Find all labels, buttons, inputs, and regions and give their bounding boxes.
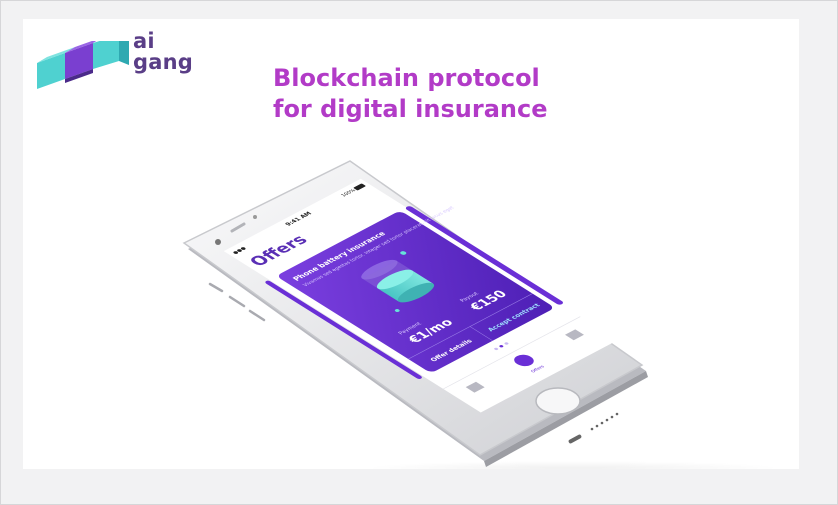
promo-banner: ai gang Blockchain protocol for digital …	[23, 19, 799, 469]
headline-line1: Blockchain protocol	[273, 64, 540, 92]
logo-cubes-icon	[37, 41, 129, 89]
speaker-grill-icon	[568, 412, 619, 444]
phone-mockup: ●●● 9:41 AM 100% Offers Phone battery in…	[182, 160, 648, 467]
logo-wordmark-line1: ai	[133, 29, 155, 53]
logo-wordmark: ai gang	[133, 31, 193, 73]
headline-line2: for digital insurance	[273, 95, 548, 123]
home-button[interactable]	[535, 387, 581, 415]
aigang-logo[interactable]: ai gang	[37, 31, 207, 101]
page-frame: ai gang Blockchain protocol for digital …	[0, 0, 838, 505]
logo-wordmark-line2: gang	[133, 50, 193, 74]
headline: Blockchain protocol for digital insuranc…	[273, 63, 548, 125]
